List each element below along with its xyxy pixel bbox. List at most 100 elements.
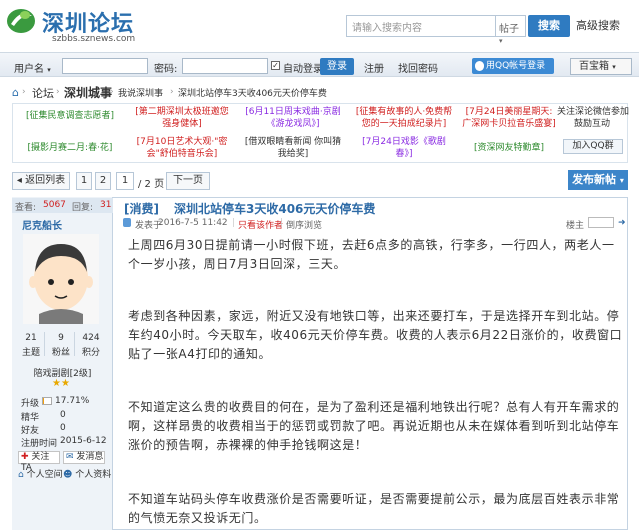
ad-link[interactable]: [7月24日戏影《歌剧 春》] [349,136,459,160]
search-button[interactable]: 搜索 [528,15,570,37]
ad-link[interactable]: [7月10日艺术大观·"密 会"舒伯特音乐会] [127,136,237,160]
essence-label: 精华 [21,413,40,423]
post-new-label: 发布新帖 [572,173,617,186]
friends-label: 好友 [21,426,40,436]
plus-icon: ✚ [21,452,29,462]
topics-label: 主题 [21,348,40,358]
ad-link[interactable]: [借双眼睛看新闻 你叫猜 我给奖] [237,136,349,160]
ad-link[interactable]: [第二期深圳太极班邀您 强身健体] [127,106,237,130]
personal-profile-label: 个人资料 [75,470,112,480]
post-paragraph: 不知道车站码头停车收费涨价是否需要听证，是否需要提前公示，最为底层百姓表示非常的… [128,492,620,525]
ad-link[interactable]: [征集民意调查志愿者] [15,110,125,122]
user-icon: ☻ [63,470,73,480]
chevron-down-icon: ▾ [612,63,616,71]
register-link[interactable]: 注册 [364,60,384,75]
essence-count: 0 [60,410,66,420]
page-2-link[interactable]: 2 [95,172,111,190]
friends-count: 0 [60,423,66,433]
breadcrumb-separator: › [56,87,60,97]
arrow-left-icon: ◂ [16,175,22,186]
arrow-right-icon[interactable]: ➜ [618,218,626,228]
qq-login-button[interactable]: 用QQ帐号登录 [472,58,554,74]
home-icon[interactable]: ⌂ [12,86,19,99]
fans-label: 粉丝 [51,348,70,358]
password-label: 密码: [154,64,178,75]
username-label: 用户名 [14,64,44,75]
author-avatar[interactable] [23,234,99,324]
breadcrumb-separator: › [110,87,114,97]
ad-link[interactable]: [摄影月赛二月:春·花] [15,142,125,154]
level-label: 升级 [21,399,40,409]
toolbox-button[interactable]: 百宝箱 ▾ [570,58,632,75]
breadcrumb-separator: › [22,87,26,97]
next-page-button[interactable]: 下一页 [166,172,210,190]
post-title: 深圳北站停车3天收406元天价停车费 [174,202,376,216]
total-pages-label: / 2 页 [138,179,165,190]
points-count[interactable]: 424 [79,333,103,343]
send-message-button[interactable]: ✉ 发消息 [63,451,105,464]
topics-count[interactable]: 21 [19,333,43,343]
back-to-list-button[interactable]: ◂ 返回列表 [12,172,70,190]
replies-count: 31 [100,200,112,210]
ad-link[interactable]: [资深网友特勤章] [461,142,557,154]
breadcrumb-item-forum[interactable]: 论坛 [32,85,54,101]
page-jump-input[interactable]: 1 [116,172,134,190]
only-author-link[interactable]: 只看该作者 [238,218,283,231]
personal-profile-link[interactable]: ☻ 个人资料 [63,467,111,480]
fans-count[interactable]: 9 [49,333,73,343]
ad-link[interactable]: [征集有故事的人·免费帮 您的一天拍成纪录片] [349,106,459,130]
auto-login-label[interactable]: 自动登录 [283,60,323,75]
search-type-select[interactable]: 帖子 ▾ [496,15,526,45]
breadcrumb-item-city[interactable]: 深圳城事 [64,84,112,101]
views-count: 5067 [43,200,66,210]
post-title-bar: [消费] 深圳北站停车3天收406元天价停车费 [114,198,627,217]
chevron-down-icon: ▾ [619,176,624,185]
chevron-down-icon[interactable]: ▾ [47,66,51,74]
pager-bar: ◂ 返回列表 1 2 1 / 2 页 下一页 发布新帖 ▾ [12,170,628,192]
breadcrumb-item-board[interactable]: 我说深圳事 [118,86,163,99]
toolbox-label: 百宝箱 [579,61,609,72]
post-paragraph: 上周四6月30日提前请一小时假下班，去赶6点多的高铁，行李多，一行四人，两老人一… [128,238,615,271]
ad-link[interactable]: [6月11日周末戏曲·京剧 《游龙戏凤》] [237,106,349,130]
post-category[interactable]: [消费] [124,200,159,217]
breadcrumb: ⌂ › 论坛 › 深圳城事 › 我说深圳事 › 深圳北站停车3天收406元天价停… [0,82,639,102]
qq-login-label: 用QQ帐号登录 [486,61,546,71]
login-button[interactable]: 登录 [320,58,354,75]
posted-time: 2016-7-5 11:42 [158,218,228,228]
breadcrumb-item-thread[interactable]: 深圳北站停车3天收406元天价停车费 [178,86,327,99]
follow-button[interactable]: ✚ 关注TA [18,451,60,473]
username-input[interactable] [62,58,148,74]
floor-jump-input[interactable] [588,217,614,228]
post-paragraph: 考虑到各种因素，家远，附近又没有地铁口等，出来还要打车，于是选择开车到北站。停车… [128,309,623,361]
find-password-link[interactable]: 找回密码 [398,60,438,75]
regtime-value: 2015-6-12 [60,436,107,446]
personal-space-link[interactable]: ⌂ 个人空间 [18,467,63,480]
author-online-icon [123,218,131,227]
rank-stars-icon: ★★ [52,378,70,389]
ad-link[interactable]: 关注深论微信参加 鼓励互动 [557,106,629,130]
reverse-order-link[interactable]: 倒序浏览 [286,218,322,231]
ad-link[interactable]: [7月24日美丽星期天: 广深网卡贝拉音乐盛宴] [461,106,557,130]
breadcrumb-separator: › [170,87,174,97]
advanced-search-link[interactable]: 高级搜索 [576,15,636,37]
password-input[interactable] [182,58,268,74]
points-label: 积分 [81,348,100,358]
level-percent: 17.71% [55,396,90,406]
regtime-label: 注册时间 [21,439,58,449]
login-bar: 用户名 ▾ 密码: ✓ 自动登录 登录 注册 找回密码 用QQ帐号登录 百宝箱 … [0,52,639,77]
search-input[interactable]: 请输入搜索内容 [346,15,496,37]
post-meta-bar: 发表于 2016-7-5 11:42 | 只看该作者 | 倒序浏览 楼主 ➜ [114,217,627,231]
join-qq-group-button[interactable]: 加入QQ群 [563,139,623,154]
logo-icon[interactable] [6,6,36,36]
auto-login-checkbox[interactable]: ✓ [271,61,280,70]
author-name[interactable]: 尼克船长 [22,217,62,232]
qq-icon [475,61,484,71]
page-1-link[interactable]: 1 [76,172,92,190]
site-header: 深圳论坛 szbbs.sznews.com 请输入搜索内容 帖子 ▾ 搜索 高级… [0,0,639,52]
message-label: 发消息 [76,452,104,462]
replies-label: 回复: [72,203,94,213]
post-new-thread-button[interactable]: 发布新帖 ▾ [568,170,628,190]
home-icon: ⌂ [18,470,24,480]
chevron-down-icon: ▾ [499,37,503,45]
level-bar [42,397,52,405]
